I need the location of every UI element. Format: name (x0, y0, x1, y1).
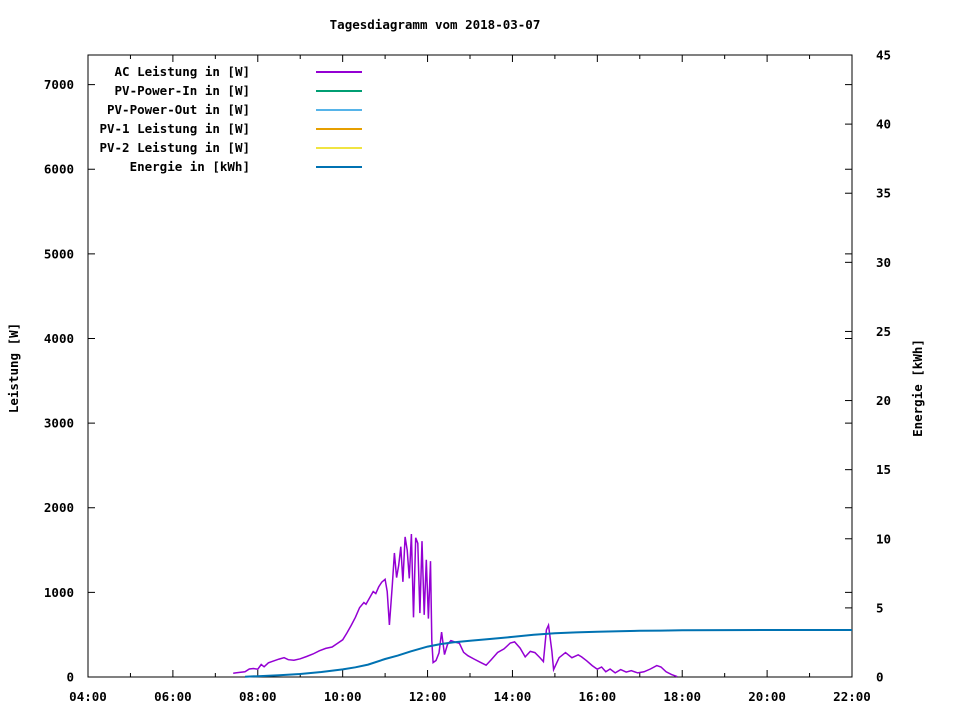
tick-label: 35 (876, 186, 891, 201)
tick-label: 22:00 (833, 689, 871, 704)
tick-label: 40 (876, 117, 891, 132)
series-line-5 (244, 629, 852, 678)
tick-label: 2000 (44, 500, 74, 515)
tick-label: 20 (876, 393, 891, 408)
tick-label: 1000 (44, 585, 74, 600)
tick-label: 10:00 (324, 689, 362, 704)
tick-label: 15 (876, 462, 891, 477)
tick-label: 6000 (44, 162, 74, 177)
tick-label: 12:00 (409, 689, 447, 704)
tick-label: 10 (876, 531, 891, 546)
y2-axis-label: Energie [kWh] (910, 339, 925, 437)
y2-axis-tick-labels: 0 5 10 15 20 25 30 35 40 45 (876, 48, 891, 685)
chart-window: Tagesdiagramm vom 2018-03-07 AC Leistung… (0, 0, 960, 720)
tick-label: 0 (876, 670, 884, 685)
x-axis-tick-labels: 04:00 06:00 08:00 10:00 12:00 14:00 16:00 18:00… (69, 689, 871, 704)
y2-axis-ticks (845, 54, 852, 678)
tick-label: 30 (876, 255, 891, 270)
tick-label: 3000 (44, 416, 74, 431)
tick-label: 18:00 (663, 689, 701, 704)
tick-label: 45 (876, 48, 891, 63)
y-axis-tick-labels: 0 1000 2000 3000 4000 5000 6000 7000 (44, 77, 74, 684)
plot-border (87, 54, 853, 678)
tick-label: 25 (876, 324, 891, 339)
tick-label: 4000 (44, 331, 74, 346)
tick-label: 5 (876, 600, 884, 615)
tick-label: 0 (66, 670, 74, 685)
tick-label: 06:00 (154, 689, 192, 704)
tick-label: 04:00 (69, 689, 107, 704)
series-line-0 (233, 533, 678, 678)
y-axis-ticks (88, 84, 852, 678)
plot-area: 04:00 06:00 08:00 10:00 12:00 14:00 16:00 18:00… (44, 48, 891, 705)
tick-label: 14:00 (494, 689, 532, 704)
tick-label: 7000 (44, 77, 74, 92)
tick-label: 08:00 (239, 689, 277, 704)
x-axis-ticks (87, 55, 853, 677)
tick-label: 16:00 (579, 689, 617, 704)
tick-label: 5000 (44, 246, 74, 261)
tick-label: 20:00 (748, 689, 786, 704)
y-axis-label: Leistung [W] (6, 322, 21, 414)
